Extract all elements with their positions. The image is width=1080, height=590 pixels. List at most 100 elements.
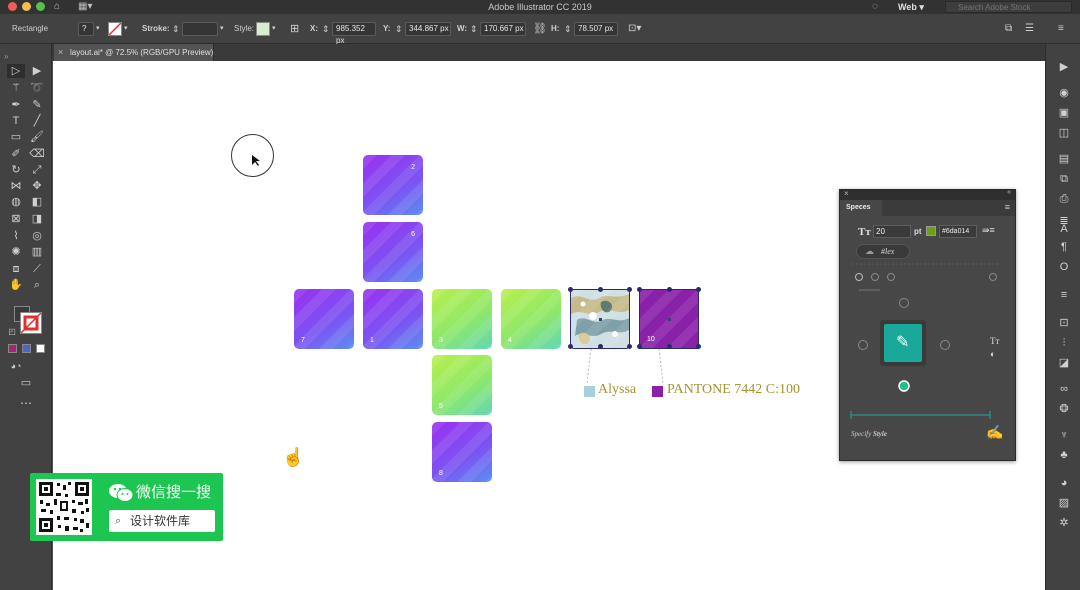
chevron-down-icon[interactable]: ▾ xyxy=(220,14,224,44)
text-style-icon[interactable]: Tт xyxy=(990,336,999,346)
transform-icon[interactable]: ⊡ xyxy=(1057,316,1071,330)
paintbrush-tool-icon[interactable]: 🖌 xyxy=(28,130,46,144)
stroke-none-swatch[interactable] xyxy=(108,22,122,36)
hand-tool-icon[interactable]: ✋ xyxy=(7,278,25,292)
navigator-icon[interactable]: ✲ xyxy=(1057,516,1071,530)
shaper-tool-icon[interactable]: ✐ xyxy=(7,147,25,161)
swatches-icon[interactable]: ♣ xyxy=(1057,448,1071,462)
y-field[interactable]: 344.867 px xyxy=(405,22,451,36)
close-icon[interactable]: × xyxy=(58,44,63,61)
stroke-weight-field[interactable] xyxy=(182,22,218,36)
selection-tool-icon[interactable]: ▷ xyxy=(7,64,25,78)
tile-3[interactable]: 3 xyxy=(432,289,492,349)
slice-tool-icon[interactable]: ⟋ xyxy=(28,262,46,276)
panel-menu-icon[interactable]: ≡ xyxy=(1005,202,1010,212)
toolbar-collapse-icon[interactable]: » xyxy=(4,50,48,64)
stroke-swatch[interactable] xyxy=(20,312,42,334)
align-icon[interactable]: ⫶ xyxy=(1057,336,1071,350)
lightbulb-icon[interactable]: ◌ xyxy=(872,0,878,14)
draw-mode-icon[interactable]: ◕◔ xyxy=(7,359,25,373)
color-swatch[interactable] xyxy=(926,226,936,236)
eyedropper-tool-icon[interactable]: ⌇ xyxy=(7,229,25,243)
panel-titlebar[interactable]: × « xyxy=(840,189,1015,200)
font-size-field[interactable]: 20 xyxy=(873,225,911,238)
x-field[interactable]: 985.352 px xyxy=(332,22,376,45)
column-graph-tool-icon[interactable]: ▥ xyxy=(28,245,46,259)
tile-5[interactable]: 5 xyxy=(432,355,492,415)
document-info-icon[interactable]: ▤ xyxy=(1057,152,1071,166)
direct-selection-tool-icon[interactable]: ▶ xyxy=(28,64,46,78)
swap-fill-stroke-icon[interactable]: ◰ xyxy=(3,325,21,339)
artboard-tool-icon[interactable]: ⧈ xyxy=(7,262,25,276)
selection-handle[interactable] xyxy=(667,287,672,292)
symbols-icon[interactable]: ❂ xyxy=(1057,402,1071,416)
selection-handle[interactable] xyxy=(696,344,701,349)
gradient-mode-icon[interactable] xyxy=(22,344,31,353)
minimize-window-button[interactable] xyxy=(22,2,31,11)
more-tools-icon[interactable]: ⋯ xyxy=(17,396,35,410)
align-options-icon[interactable]: ⇛≡ xyxy=(982,225,995,236)
zoom-window-button[interactable] xyxy=(36,2,45,11)
hamburger-icon[interactable]: ≡ xyxy=(1058,14,1064,44)
selection-handle[interactable] xyxy=(568,344,573,349)
w-stepper[interactable]: ⇕ xyxy=(470,14,478,44)
selection-handle[interactable] xyxy=(598,344,603,349)
transform-options-icon[interactable]: ⊡▾ xyxy=(628,14,641,44)
y-stepper[interactable]: ⇕ xyxy=(395,14,403,44)
x-stepper[interactable]: ⇕ xyxy=(322,14,330,44)
wechat-search-box[interactable]: ⌕ 设计软件库 xyxy=(109,510,215,532)
opentype-icon[interactable]: O xyxy=(1057,260,1071,274)
expand-panels-icon[interactable]: ▶ xyxy=(1057,60,1071,74)
puppet-warp-tool-icon[interactable]: ✥ xyxy=(28,179,46,193)
chevron-down-icon[interactable]: ▾ xyxy=(96,14,100,44)
type-tool-icon[interactable]: T xyxy=(7,114,25,128)
symbol-sprayer-tool-icon[interactable]: ✺ xyxy=(7,245,25,259)
paragraph-icon[interactable]: ¶ xyxy=(1057,240,1071,254)
selection-handle[interactable] xyxy=(637,344,642,349)
hex-color-field[interactable]: #6da014 xyxy=(939,225,977,238)
width-tool-icon[interactable]: ⋈ xyxy=(7,179,25,193)
chevron-down-icon[interactable]: ▾ xyxy=(272,14,276,44)
tag-pill[interactable]: ☁ #lex xyxy=(856,244,910,259)
pen-cup-icon[interactable]: ✍ xyxy=(986,424,1003,441)
pathfinder-icon[interactable]: ◪ xyxy=(1057,356,1071,370)
h-field[interactable]: 78.507 px xyxy=(574,22,618,36)
tile-7[interactable]: 7 xyxy=(294,289,354,349)
tile-2[interactable]: 2 xyxy=(363,155,423,215)
selection-handle[interactable] xyxy=(568,287,573,292)
color-mode-icon[interactable] xyxy=(8,344,17,353)
eraser-tool-icon[interactable]: ⌫ xyxy=(28,147,46,161)
align-grid-icon[interactable]: ⊞ xyxy=(290,14,299,44)
tile-6[interactable]: 6 xyxy=(363,222,423,282)
fill-question-icon[interactable]: ? xyxy=(78,22,94,36)
panel-tab-speces[interactable]: Speces xyxy=(840,200,882,216)
properties-icon[interactable]: ◉ xyxy=(1057,86,1071,100)
tile-8[interactable]: 8 xyxy=(432,422,492,482)
lasso-tool-icon[interactable]: ➰ xyxy=(28,81,46,95)
none-mode-icon[interactable] xyxy=(36,344,45,353)
tile-1[interactable]: 1 xyxy=(363,289,423,349)
tile-camo-pattern[interactable] xyxy=(570,289,630,349)
panel-menu-icon[interactable]: ☰ xyxy=(1025,14,1034,44)
scale-tool-icon[interactable]: ⤢ xyxy=(28,163,46,177)
color-guide-icon[interactable]: ◫ xyxy=(1057,126,1071,140)
arrange-icon[interactable]: ⧉ xyxy=(1005,14,1012,44)
close-window-button[interactable] xyxy=(8,2,17,11)
selection-handle[interactable] xyxy=(598,287,603,292)
h-stepper[interactable]: ⇕ xyxy=(564,14,572,44)
stroke-panel-icon[interactable]: ≡ xyxy=(1057,288,1071,302)
home-icon[interactable]: ⌂ xyxy=(54,0,60,14)
collapse-panel-icon[interactable]: « xyxy=(1007,189,1011,196)
libraries-icon[interactable]: ▣ xyxy=(1057,106,1071,120)
close-icon[interactable]: × xyxy=(844,189,849,198)
brushes-icon[interactable]: ∞ xyxy=(1057,382,1071,396)
palette-icon[interactable]: ◐ xyxy=(990,349,995,359)
rectangle-tool-icon[interactable]: ▭ xyxy=(7,130,25,144)
selection-handle[interactable] xyxy=(637,287,642,292)
tile-10[interactable]: 10 xyxy=(639,289,699,349)
magic-wand-tool-icon[interactable]: ⚚ xyxy=(7,81,25,95)
asset-export-icon[interactable]: ⎙ xyxy=(1057,192,1071,206)
appearance-icon[interactable]: ◕ xyxy=(1057,476,1071,490)
selection-handle[interactable] xyxy=(627,344,632,349)
graphic-styles-icon[interactable]: ♆ xyxy=(1057,428,1071,442)
